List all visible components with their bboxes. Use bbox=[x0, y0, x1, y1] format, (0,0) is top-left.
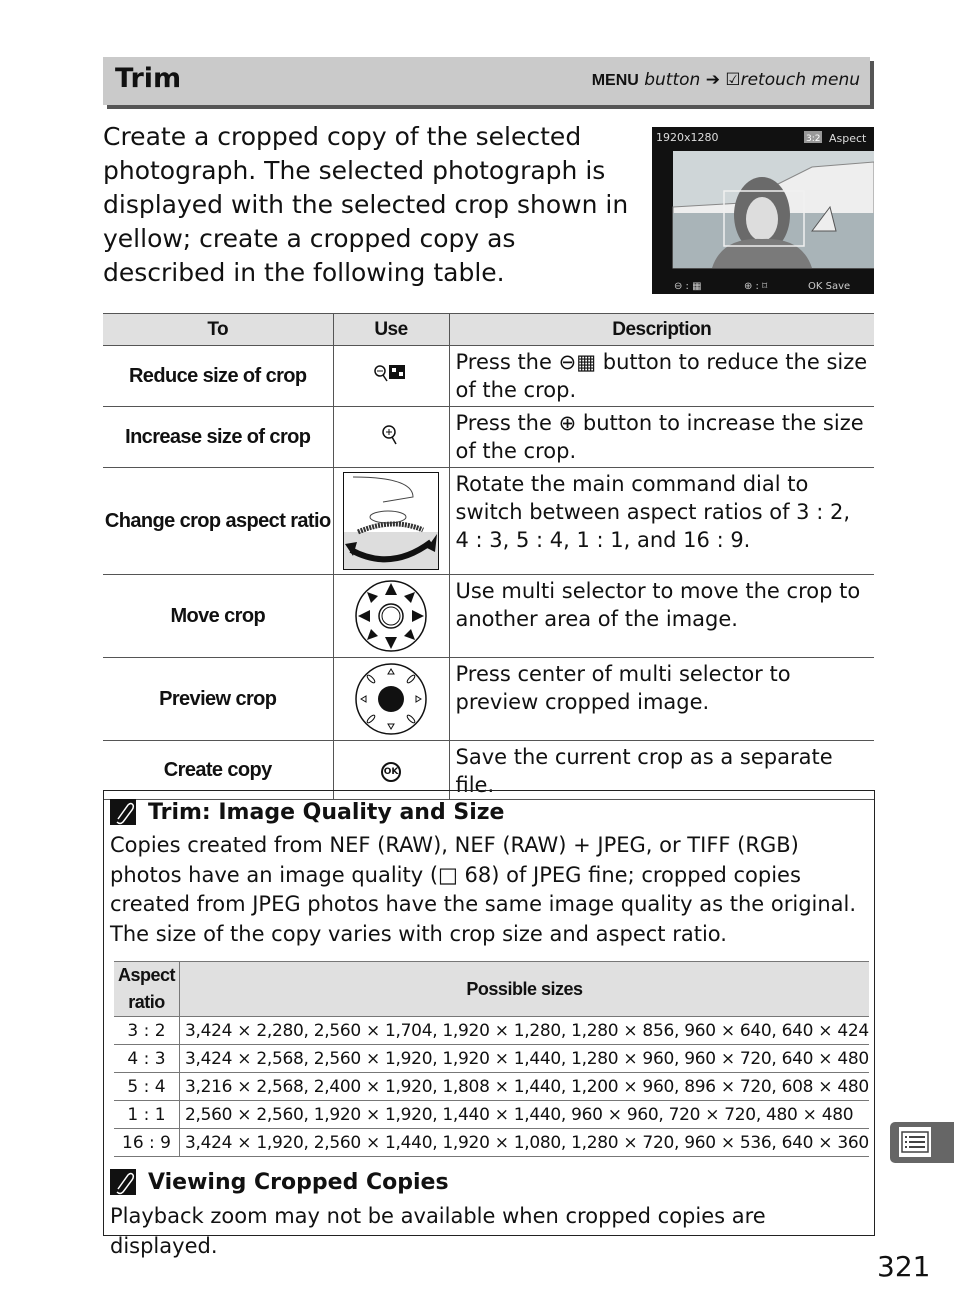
row-action: Reduce size of crop bbox=[103, 345, 333, 407]
table-row: Preview crop Press center of multi selec… bbox=[103, 657, 874, 741]
zoom-in-icon: ⊕ bbox=[558, 411, 577, 435]
zoom-out-thumbnail-icon: ⊖▦ bbox=[558, 350, 597, 374]
table-row: 4 : 3 3,424 × 2,568, 2,560 × 1,920, 1,920… bbox=[114, 1044, 869, 1073]
table-row: Increase size of crop Press the ⊕ button… bbox=[103, 406, 874, 468]
table-row: 5 : 4 3,216 × 2,568, 2,400 × 1,920, 1,808… bbox=[114, 1072, 869, 1101]
camera-screen-image: 1920x1280 3:2 Aspect ⊖ : ▦ ⊕ : ⌑ OK Save bbox=[652, 127, 875, 294]
column-header-possible-sizes: Possible sizes bbox=[179, 961, 869, 1017]
column-header-use: Use bbox=[332, 313, 449, 346]
paperclip-icon bbox=[110, 1169, 136, 1195]
menu-label: MENU bbox=[591, 72, 639, 89]
trim-controls-table: To Use Description Reduce size of crop P… bbox=[103, 313, 874, 800]
note-title-quality: Trim: Image Quality and Size bbox=[110, 799, 504, 825]
possible-sizes-table: Aspect ratio Possible sizes 3 : 2 3,424 × … bbox=[114, 961, 869, 1157]
button-label: button bbox=[644, 70, 701, 90]
svg-text:⊕ : ⌑: ⊕ : ⌑ bbox=[744, 281, 768, 292]
note-title-viewing: Viewing Cropped Copies bbox=[110, 1169, 449, 1195]
table-row: Move crop Use multi selector to move the… bbox=[103, 574, 874, 658]
multi-selector-icon bbox=[332, 574, 449, 658]
row-action: Increase size of crop bbox=[103, 406, 333, 468]
table-row: Reduce size of crop Press the ⊖▦ button … bbox=[103, 345, 874, 407]
row-description: Press center of multi selector to previe… bbox=[448, 657, 874, 741]
row-action: Move crop bbox=[103, 574, 333, 658]
row-description: Press the ⊕ button to increase the size … bbox=[448, 406, 874, 468]
column-header-to: To bbox=[103, 313, 333, 346]
paperclip-icon bbox=[110, 799, 136, 825]
note-box: Trim: Image Quality and Size Copies crea… bbox=[103, 790, 875, 1258]
row-description: Use multi selector to move the crop to a… bbox=[448, 574, 874, 658]
note-text-quality: Copies created from NEF (RAW), NEF (RAW)… bbox=[110, 833, 857, 946]
arrow-icon: ➔ bbox=[705, 70, 720, 90]
intro-text: Create a cropped copy of the selected ph… bbox=[103, 122, 629, 287]
menu-list-icon bbox=[899, 1127, 931, 1157]
screen-ratio: 3:2 bbox=[806, 134, 820, 144]
multi-selector-center-icon bbox=[332, 657, 449, 741]
table-header-row: To Use Description bbox=[103, 313, 874, 346]
menu-path: MENU button ➔ ☑retouch menu bbox=[592, 70, 860, 90]
row-description: Rotate the main command dial to switch b… bbox=[448, 467, 874, 575]
column-header-aspect-ratio: Aspect ratio bbox=[114, 961, 180, 1017]
table-row: 3 : 2 3,424 × 2,280, 2,560 × 1,704, 1,920… bbox=[114, 1016, 869, 1045]
menu-name: retouch menu bbox=[740, 70, 860, 90]
zoom-out-thumbnail-icon bbox=[332, 345, 449, 407]
row-action: Change crop aspect ratio bbox=[103, 467, 333, 575]
note-text-viewing: Playback zoom may not be available when … bbox=[110, 1204, 766, 1258]
sizes-header-row: Aspect ratio Possible sizes bbox=[114, 961, 869, 1017]
zoom-in-icon bbox=[332, 406, 449, 468]
page-number: 321 bbox=[877, 1250, 931, 1283]
column-header-description: Description bbox=[448, 313, 874, 346]
main-command-dial-icon bbox=[332, 467, 449, 575]
table-row: Change crop aspect ratio Rotate the main… bbox=[103, 467, 874, 575]
section-header: Trim MENU button ➔ ☑retouch menu bbox=[103, 57, 870, 105]
retouch-icon: ☑ bbox=[725, 70, 741, 90]
page-title: Trim bbox=[115, 63, 182, 94]
table-row: 16 : 9 3,424 × 1,920, 2,560 × 1,440, 1,92… bbox=[114, 1128, 869, 1157]
row-action: Preview crop bbox=[103, 657, 333, 741]
row-description: Press the ⊖▦ button to reduce the size o… bbox=[448, 345, 874, 407]
screen-size: 1920x1280 bbox=[656, 131, 719, 144]
screen-aspect: Aspect bbox=[829, 132, 867, 145]
table-row: 1 : 1 2,560 × 2,560, 1,920 × 1,920, 1,440… bbox=[114, 1100, 869, 1129]
svg-text:⊖ : ▦: ⊖ : ▦ bbox=[674, 281, 702, 292]
svg-text:OK Save: OK Save bbox=[808, 281, 850, 292]
section-tab-menu-guide[interactable] bbox=[890, 1122, 954, 1163]
